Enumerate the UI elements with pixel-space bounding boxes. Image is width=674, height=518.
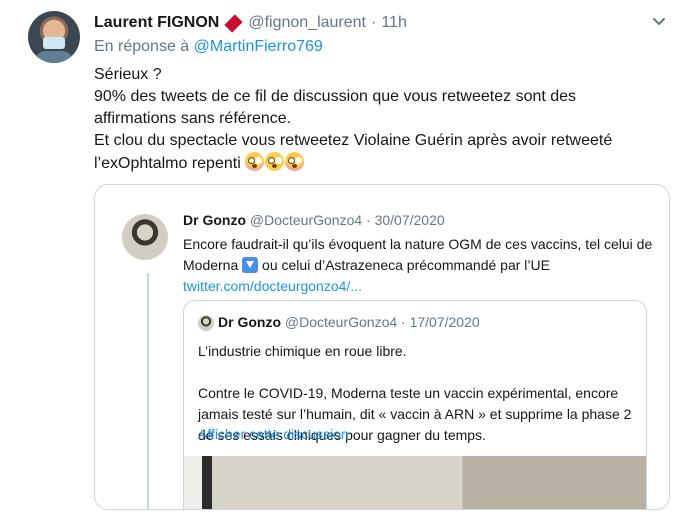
nested-media-image[interactable] bbox=[184, 456, 646, 509]
reply-prefix: En réponse à bbox=[94, 38, 190, 55]
tweet-header: Laurent FIGNON @fignon_laurent · 11h bbox=[94, 12, 407, 34]
tweet-line-3-text: Et clou du spectacle vous retweetez Viol… bbox=[94, 132, 613, 172]
avatar[interactable] bbox=[28, 11, 80, 63]
nested-avatar bbox=[198, 315, 214, 331]
author-handle[interactable]: @fignon_laurent bbox=[248, 14, 366, 32]
nested-handle-time: @DocteurGonzo4 · 17/07/2020 bbox=[284, 314, 480, 330]
tweet-line-2: 90% des tweets de ce fil de discussion q… bbox=[94, 88, 577, 127]
nested-header: Dr Gonzo @DocteurGonzo4 · 17/07/2020 bbox=[218, 314, 480, 330]
quoted-link[interactable]: twitter.com/docteurgonzo4/... bbox=[183, 276, 653, 297]
quoted-avatar[interactable] bbox=[122, 214, 168, 260]
avatar-mask bbox=[43, 37, 65, 49]
quoted-text: Encore faudrait-il qu’ils évoquent la na… bbox=[183, 234, 653, 297]
tweet-line-3: Et clou du spectacle vous retweetez Viol… bbox=[94, 130, 654, 175]
nested-quote-card[interactable]: Dr Gonzo @DocteurGonzo4 · 17/07/2020 L’i… bbox=[183, 300, 647, 509]
rolling-eyes-emoji-icon bbox=[265, 152, 285, 171]
quoted-author-name[interactable]: Dr Gonzo bbox=[183, 212, 246, 228]
nested-author-name: Dr Gonzo bbox=[218, 314, 281, 330]
tweet-line-1: Sérieux ? bbox=[94, 66, 162, 83]
flushed-face-emoji-icon bbox=[285, 152, 305, 171]
arrow-down-icon bbox=[242, 257, 259, 273]
show-thread-link[interactable]: Afficher cette discussion bbox=[198, 426, 349, 442]
diamond-icon bbox=[224, 13, 243, 33]
author-name[interactable]: Laurent FIGNON bbox=[94, 14, 219, 32]
tweet-time[interactable]: 11h bbox=[381, 14, 407, 32]
quoted-handle-time: @DocteurGonzo4 · 30/07/2020 bbox=[249, 212, 445, 228]
quoted-tweet-card[interactable]: Dr Gonzo @DocteurGonzo4 · 30/07/2020 Enc… bbox=[94, 184, 670, 510]
chevron-down-icon[interactable] bbox=[652, 17, 666, 27]
quoted-header: Dr Gonzo @DocteurGonzo4 · 30/07/2020 bbox=[183, 212, 445, 228]
quoted-text-part2: ou celui d’Astrazeneca précommandé par l… bbox=[258, 257, 550, 273]
flushed-face-emoji-icon bbox=[245, 152, 265, 171]
reply-mention-link[interactable]: @MartinFierro769 bbox=[194, 38, 323, 55]
avatar-shirt bbox=[34, 51, 74, 63]
tweet-text: Sérieux ? 90% des tweets de ce fil de di… bbox=[94, 64, 654, 175]
nested-paragraph-1: L’industrie chimique en roue libre. bbox=[198, 343, 407, 359]
separator-dot: · bbox=[371, 14, 377, 31]
reply-context: En réponse à @MartinFierro769 bbox=[94, 38, 323, 56]
thread-line bbox=[147, 273, 149, 509]
